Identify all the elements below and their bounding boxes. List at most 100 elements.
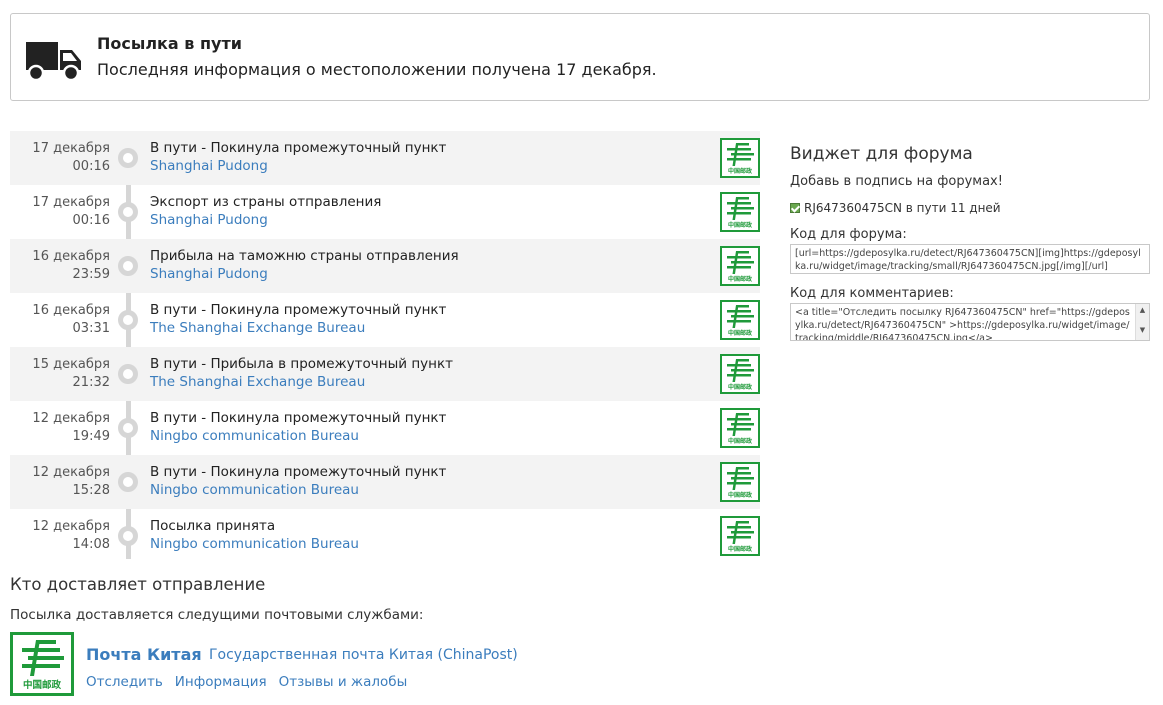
event-location-link[interactable]: Ningbo communication Bureau <box>150 482 359 498</box>
carrier-full-name-link[interactable]: Государственная почта Китая (ChinaPost) <box>209 647 518 663</box>
reviews-link[interactable]: Отзывы и жалобы <box>279 674 408 690</box>
event-title: В пути - Прибыла в промежуточный пункт <box>150 356 453 372</box>
status-banner: Посылка в пути Последняя информация о ме… <box>10 13 1150 101</box>
timeline-event: 12 декабря 19:49 В пути - Покинула промежу… <box>10 401 760 455</box>
event-time: 00:16 <box>72 159 110 174</box>
event-title: В пути - Покинула промежуточный пункт <box>150 464 447 480</box>
china-post-logo[interactable]: 中国邮政 <box>10 632 74 696</box>
china-post-logo-icon: 中国邮政 <box>720 354 760 394</box>
forum-code-label: Код для форума: <box>790 227 907 242</box>
timeline-dot-icon <box>118 526 138 546</box>
svg-text:中国邮政: 中国邮政 <box>728 221 753 229</box>
event-location-link[interactable]: Shanghai Pudong <box>150 266 268 282</box>
track-link[interactable]: Отследить <box>86 674 163 690</box>
timeline-dot-icon <box>118 310 138 330</box>
china-post-logo-icon: 中国邮政 <box>720 300 760 340</box>
event-date: 12 декабря 19:49 <box>32 410 110 446</box>
timeline-event: 16 декабря 23:59 Прибыла на таможню страны… <box>10 239 760 293</box>
event-day: 12 декабря <box>32 465 110 480</box>
svg-text:中国邮政: 中国邮政 <box>728 383 753 391</box>
delivery-title: Кто доставляет отправление <box>10 575 266 594</box>
event-title: Прибыла на таможню страны отправления <box>150 248 459 264</box>
event-day: 16 декабря <box>32 249 110 264</box>
event-title: В пути - Покинула промежуточный пункт <box>150 140 447 156</box>
svg-text:中国邮政: 中国邮政 <box>728 437 753 445</box>
scroll-up-icon[interactable]: ▲ <box>1136 304 1149 316</box>
timeline-event: 12 декабря 15:28 В пути - Покинула промежу… <box>10 455 760 509</box>
event-date: 16 декабря 23:59 <box>32 248 110 284</box>
event-location-link[interactable]: Shanghai Pudong <box>150 212 268 228</box>
forum-widget: Виджет для форума Добавь в подпись на фо… <box>790 140 1150 341</box>
scroll-down-icon[interactable]: ▼ <box>1136 324 1149 336</box>
china-post-logo-icon: 中国邮政 <box>720 192 760 232</box>
widget-title: Виджет для форума <box>790 144 973 164</box>
timeline-dot-icon <box>118 364 138 384</box>
event-title: В пути - Покинула промежуточный пункт <box>150 302 447 318</box>
tracking-timeline: 17 декабря 00:16 В пути - Покинула промежу… <box>10 131 760 563</box>
forum-code-field[interactable]: [url=https://gdeposylka.ru/detect/RJ6473… <box>790 244 1150 274</box>
event-date: 17 декабря 00:16 <box>32 140 110 176</box>
event-location-link[interactable]: Ningbo communication Bureau <box>150 428 359 444</box>
china-post-logo-icon: 中国邮政 <box>720 246 760 286</box>
delivery-subtitle: Посылка доставляется следущими почтовыми… <box>10 607 424 623</box>
svg-text:中国邮政: 中国邮政 <box>728 329 753 337</box>
widget-subtitle: Добавь в подпись на форумах! <box>790 174 1003 189</box>
widget-status-text: RJ647360475CN в пути 11 дней <box>804 201 1001 215</box>
comment-code-scrollbar[interactable]: ▲ ▼ <box>1135 304 1149 340</box>
svg-text:中国邮政: 中国邮政 <box>728 491 753 499</box>
china-post-logo-icon: 中国邮政 <box>720 138 760 178</box>
event-day: 17 декабря <box>32 195 110 210</box>
event-date: 15 декабря 21:32 <box>32 356 110 392</box>
event-title: Посылка принята <box>150 518 276 534</box>
carrier-name-link[interactable]: Почта Китая <box>86 645 202 664</box>
china-post-logo-icon: 中国邮政 <box>720 408 760 448</box>
event-time: 03:31 <box>72 321 110 336</box>
timeline-dot-icon <box>118 418 138 438</box>
event-title: Экспорт из страны отправления <box>150 194 382 210</box>
event-location-link[interactable]: Ningbo communication Bureau <box>150 536 359 552</box>
comment-code-field[interactable]: <a title="Отследить посылку RJ647360475C… <box>790 303 1150 341</box>
china-post-logo-icon: 中国邮政 <box>720 462 760 502</box>
timeline-event: 17 декабря 00:16 В пути - Покинула промежу… <box>10 131 760 185</box>
event-title: В пути - Покинула промежуточный пункт <box>150 410 447 426</box>
comment-code-label: Код для комментариев: <box>790 286 954 301</box>
widget-status-line: RJ647360475CN в пути 11 дней <box>790 201 1150 215</box>
timeline-event: 17 декабря 00:16 Экспорт из страны отправл… <box>10 185 760 239</box>
info-link[interactable]: Информация <box>175 674 267 690</box>
event-day: 12 декабря <box>32 411 110 426</box>
svg-text:中国邮政: 中国邮政 <box>728 167 753 175</box>
event-time: 21:32 <box>72 375 110 390</box>
event-location-link[interactable]: The Shanghai Exchange Bureau <box>150 320 365 336</box>
event-date: 12 декабря 14:08 <box>32 518 110 554</box>
event-date: 17 декабря 00:16 <box>32 194 110 230</box>
event-date: 16 декабря 03:31 <box>32 302 110 338</box>
event-time: 15:28 <box>72 483 110 498</box>
event-location-link[interactable]: Shanghai Pudong <box>150 158 268 174</box>
timeline-event: 15 декабря 21:32 В пути - Прибыла в промеж… <box>10 347 760 401</box>
event-location-link[interactable]: The Shanghai Exchange Bureau <box>150 374 365 390</box>
event-time: 00:16 <box>72 213 110 228</box>
carrier-links: Отследить Информация Отзывы и жалобы <box>86 674 407 690</box>
timeline-dot-icon <box>118 256 138 276</box>
svg-text:中国邮政: 中国邮政 <box>23 679 62 691</box>
event-day: 16 декабря <box>32 303 110 318</box>
event-day: 17 декабря <box>32 141 110 156</box>
timeline-dot-icon <box>118 472 138 492</box>
event-time: 23:59 <box>72 267 110 282</box>
timeline-event: 12 декабря 14:08 Посылка принята Ningbo com… <box>10 509 760 563</box>
svg-text:中国邮政: 中国邮政 <box>728 545 753 553</box>
timeline-event: 16 декабря 03:31 В пути - Покинула промежу… <box>10 293 760 347</box>
timeline-dot-icon <box>118 148 138 168</box>
truck-icon <box>26 42 81 82</box>
timeline-dot-icon <box>118 202 138 222</box>
event-day: 15 декабря <box>32 357 110 372</box>
event-date: 12 декабря 15:28 <box>32 464 110 500</box>
status-title: Посылка в пути <box>97 34 242 53</box>
event-day: 12 декабря <box>32 519 110 534</box>
event-time: 19:49 <box>72 429 110 444</box>
comment-code-text: <a title="Отследить посылку RJ647360475C… <box>795 307 1130 341</box>
china-post-logo-icon: 中国邮政 <box>720 516 760 556</box>
event-time: 14:08 <box>72 537 110 552</box>
status-subtitle: Последняя информация о местоположении по… <box>97 60 657 79</box>
checkbox-icon <box>790 203 800 213</box>
